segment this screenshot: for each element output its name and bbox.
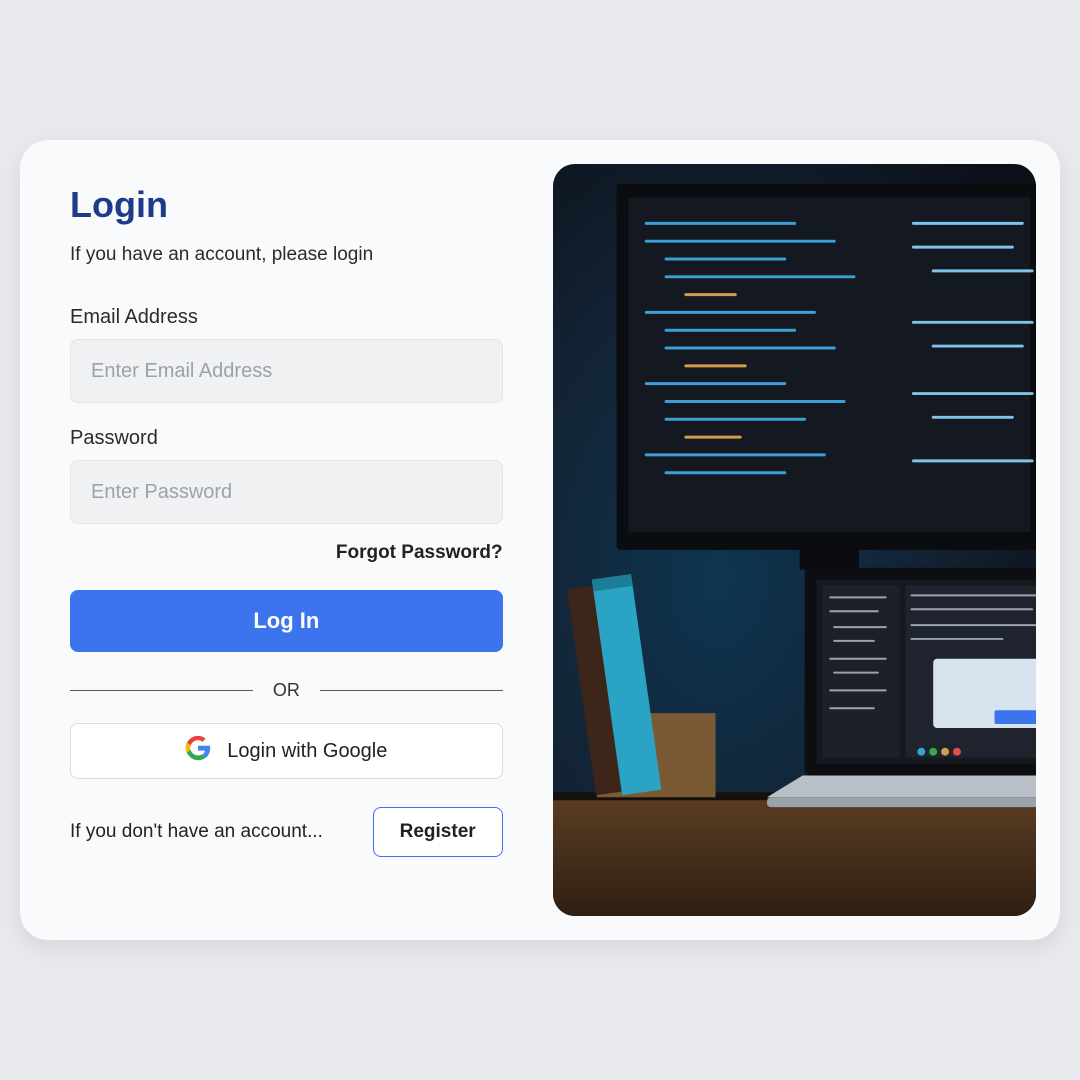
email-field[interactable] xyxy=(70,339,503,403)
divider-line-right xyxy=(320,690,503,691)
login-button[interactable]: Log In xyxy=(70,590,503,652)
login-form: Login If you have an account, please log… xyxy=(44,164,529,916)
hero-image xyxy=(553,164,1036,916)
divider-label: OR xyxy=(273,680,300,701)
register-row: If you don't have an account... Register xyxy=(70,807,503,857)
google-icon xyxy=(185,735,211,767)
google-button-label: Login with Google xyxy=(227,740,387,763)
page-title: Login xyxy=(70,184,503,226)
password-field[interactable] xyxy=(70,460,503,524)
google-login-button[interactable]: Login with Google xyxy=(70,723,503,779)
divider: OR xyxy=(70,680,503,701)
register-prompt: If you don't have an account... xyxy=(70,821,323,843)
page-subtitle: If you have an account, please login xyxy=(70,244,503,266)
register-button[interactable]: Register xyxy=(373,807,503,857)
login-card: Login If you have an account, please log… xyxy=(20,140,1060,940)
password-label: Password xyxy=(70,427,503,450)
email-label: Email Address xyxy=(70,306,503,329)
forgot-password-link[interactable]: Forgot Password? xyxy=(70,542,503,564)
divider-line-left xyxy=(70,690,253,691)
